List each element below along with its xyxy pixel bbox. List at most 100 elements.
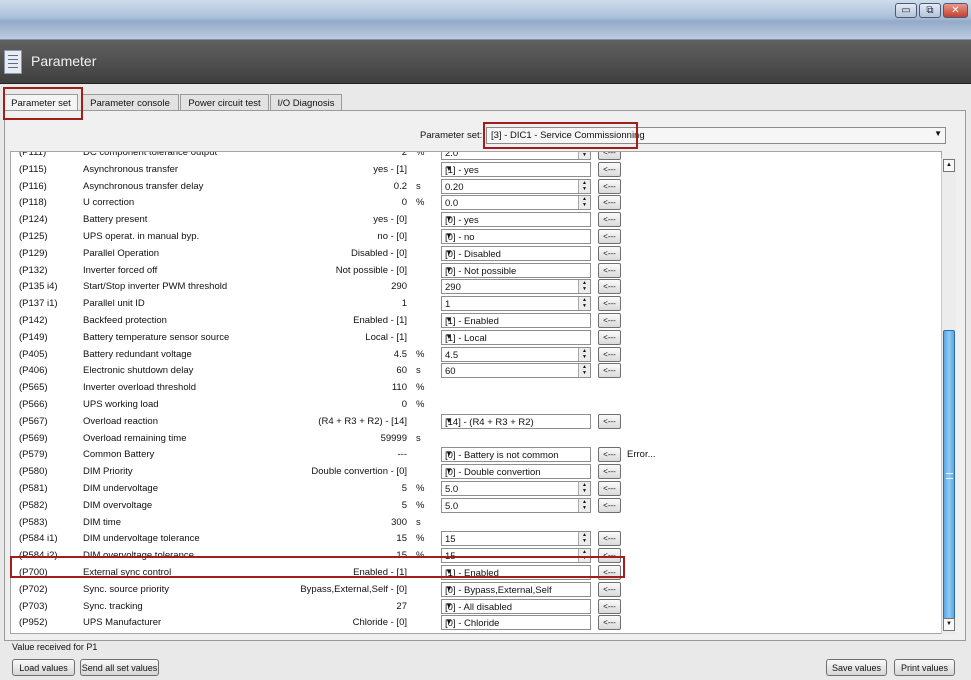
parameter-set-select[interactable]: [3] - DIC1 - Service Commissionning ▼ bbox=[486, 127, 946, 144]
param-input[interactable]: 4.5 ▲ ▼ bbox=[441, 346, 591, 362]
param-current-value: no - [0] bbox=[377, 231, 407, 242]
spinner-icon[interactable]: ▲▼ bbox=[578, 280, 590, 294]
apply-value-button[interactable]: <--- bbox=[598, 313, 621, 328]
tab-power-circuit-test[interactable]: Power circuit test bbox=[180, 94, 269, 110]
scroll-up-icon[interactable]: ▲ bbox=[943, 159, 955, 172]
param-select[interactable]: [0] - Double convertion ▼ bbox=[441, 464, 591, 480]
apply-value-button[interactable]: <--- bbox=[598, 531, 621, 547]
apply-value-button[interactable]: <--- bbox=[598, 161, 621, 177]
param-current-value: 290 bbox=[391, 281, 407, 293]
param-id: (P406) bbox=[19, 365, 48, 377]
spinner-icon[interactable]: ▲▼ bbox=[578, 179, 590, 193]
param-input[interactable]: 15 ▲ ▼ bbox=[441, 548, 591, 564]
table-row: (P124) Battery present yes - [0] [0] - yes ▼… bbox=[11, 211, 941, 228]
apply-value-button[interactable]: <--- bbox=[598, 363, 621, 379]
tab-parameter-console[interactable]: Parameter console bbox=[81, 94, 179, 110]
param-select[interactable]: [1] - Enabled ▼ bbox=[441, 313, 591, 328]
apply-value-button[interactable]: <--- bbox=[598, 229, 621, 244]
param-name: DC component tolerance output bbox=[83, 151, 218, 158]
tab-parameter-set[interactable]: Parameter set bbox=[4, 94, 78, 111]
param-id: (P580) bbox=[19, 466, 48, 478]
apply-value-button[interactable]: <--- bbox=[598, 195, 621, 211]
param-name: Start/Stop inverter PWM threshold bbox=[83, 281, 228, 293]
apply-value-button[interactable]: <--- bbox=[598, 548, 621, 564]
param-current-value: 60 bbox=[396, 365, 407, 377]
param-current-value: 5 bbox=[401, 483, 407, 494]
apply-value-button[interactable]: <--- bbox=[598, 464, 621, 480]
param-input[interactable]: 5.0 ▲ ▼ bbox=[441, 497, 591, 513]
spinner-icon[interactable]: ▲▼ bbox=[578, 549, 590, 563]
param-name: Asynchronous transfer delay bbox=[83, 180, 204, 192]
param-input[interactable]: 0.20 ▲ ▼ bbox=[441, 178, 591, 194]
apply-value-button[interactable]: <--- bbox=[598, 329, 621, 345]
apply-value-button[interactable]: <--- bbox=[598, 152, 621, 160]
scroll-down-icon[interactable]: ▼ bbox=[943, 618, 955, 631]
apply-value-button[interactable]: <--- bbox=[598, 413, 621, 429]
param-select[interactable]: [1] - yes ▼ bbox=[441, 161, 591, 177]
apply-value-button[interactable]: <--- bbox=[598, 178, 621, 194]
apply-value-button[interactable]: <--- bbox=[598, 262, 621, 278]
spinner-icon[interactable]: ▲▼ bbox=[578, 297, 590, 311]
spinner-icon[interactable]: ▲▼ bbox=[578, 364, 590, 378]
param-select[interactable]: [1] - Local ▼ bbox=[441, 329, 591, 345]
param-input[interactable]: 2.0 ▲▼ bbox=[441, 152, 591, 160]
param-select[interactable]: [0] - no ▼ bbox=[441, 229, 591, 244]
apply-value-button[interactable]: <--- bbox=[598, 447, 621, 463]
spinner-icon[interactable]: ▲▼ bbox=[578, 347, 590, 361]
apply-value-button[interactable]: <--- bbox=[598, 615, 621, 631]
param-unit: % bbox=[416, 499, 425, 511]
table-row: (P405) Battery redundant voltage 4.5% 4.5 ▲ ▼… bbox=[11, 346, 941, 363]
param-select[interactable]: [0] - Not possible ▼ bbox=[441, 262, 591, 278]
apply-value-button[interactable]: <--- bbox=[598, 497, 621, 513]
param-select[interactable]: [0] - Bypass,External,Self ▼ bbox=[441, 581, 591, 597]
param-select[interactable]: [14] - (R4 + R3 + R2) ▼ bbox=[441, 413, 591, 429]
parameter-set-label: Parameter set: bbox=[420, 130, 483, 141]
spinner-icon[interactable]: ▲▼ bbox=[578, 152, 590, 159]
load-values-button[interactable]: Load values bbox=[12, 659, 75, 676]
param-select[interactable]: [0] - Battery is not common ▼ bbox=[441, 447, 591, 463]
param-input[interactable]: 0.0 ▲ ▼ bbox=[441, 195, 591, 211]
spinner-icon[interactable]: ▲▼ bbox=[578, 498, 590, 512]
restore-button[interactable]: ⧉ bbox=[919, 3, 941, 18]
apply-value-button[interactable]: <--- bbox=[598, 581, 621, 597]
param-select[interactable]: [0] - Chloride ▼ bbox=[441, 615, 591, 631]
page-title: Parameter bbox=[31, 53, 97, 69]
param-select[interactable]: [0] - All disabled ▼ bbox=[441, 598, 591, 614]
param-input-value: 5.0 bbox=[445, 500, 459, 512]
spinner-icon[interactable]: ▲▼ bbox=[578, 196, 590, 210]
tab-io-diagnosis[interactable]: I/O Diagnosis bbox=[270, 94, 342, 110]
spinner-icon[interactable]: ▲▼ bbox=[578, 532, 590, 546]
minimize-button[interactable]: ▭ bbox=[895, 3, 917, 18]
chevron-down-icon: ▼ bbox=[445, 163, 453, 173]
param-id: (P405) bbox=[19, 348, 48, 360]
param-select[interactable]: [1] - Enabled ▼ bbox=[441, 565, 591, 580]
print-values-button[interactable]: Print values bbox=[894, 659, 955, 676]
param-select[interactable]: [0] - Disabled ▼ bbox=[441, 245, 591, 261]
apply-value-button[interactable]: <--- bbox=[598, 279, 621, 295]
param-input[interactable]: 290 ▲ ▼ bbox=[441, 279, 591, 295]
table-row: (P406) Electronic shutdown delay 60 s 60 ▲ ▼ <-… bbox=[11, 362, 941, 379]
param-input[interactable]: 5.0 ▲ ▼ bbox=[441, 481, 591, 496]
table-row: (P132) Inverter forced off Not possible - … bbox=[11, 262, 941, 279]
apply-value-button[interactable]: <--- bbox=[598, 565, 621, 580]
apply-value-button[interactable]: <--- bbox=[598, 481, 621, 496]
param-input[interactable]: 60 ▲ ▼ bbox=[441, 363, 591, 379]
apply-value-button[interactable]: <--- bbox=[598, 245, 621, 261]
param-input[interactable]: 1 ▲ ▼ bbox=[441, 296, 591, 312]
param-select[interactable]: [0] - yes ▼ bbox=[441, 212, 591, 228]
param-input[interactable]: 15 ▲ ▼ bbox=[441, 531, 591, 547]
apply-value-button[interactable]: <--- bbox=[598, 296, 621, 312]
spinner-icon[interactable]: ▲▼ bbox=[578, 482, 590, 495]
apply-value-button[interactable]: <--- bbox=[598, 598, 621, 614]
apply-value-button[interactable]: <--- bbox=[598, 346, 621, 362]
save-values-button[interactable]: Save values bbox=[826, 659, 887, 676]
param-input-value: 1 bbox=[445, 299, 451, 311]
close-button[interactable]: ✕ bbox=[943, 3, 968, 18]
table-row: (P567) Overload reaction (R4 + R3 + R2) - … bbox=[11, 413, 941, 430]
vertical-scrollbar[interactable]: ▲ ▼ bbox=[941, 158, 956, 634]
apply-value-button[interactable]: <--- bbox=[598, 212, 621, 228]
param-id: (P583) bbox=[19, 516, 48, 528]
table-row: (P580) DIM Priority Double convertion - [0… bbox=[11, 463, 941, 480]
scroll-thumb[interactable] bbox=[943, 330, 955, 624]
send-all-set-values-button[interactable]: Send all set values bbox=[80, 659, 159, 676]
